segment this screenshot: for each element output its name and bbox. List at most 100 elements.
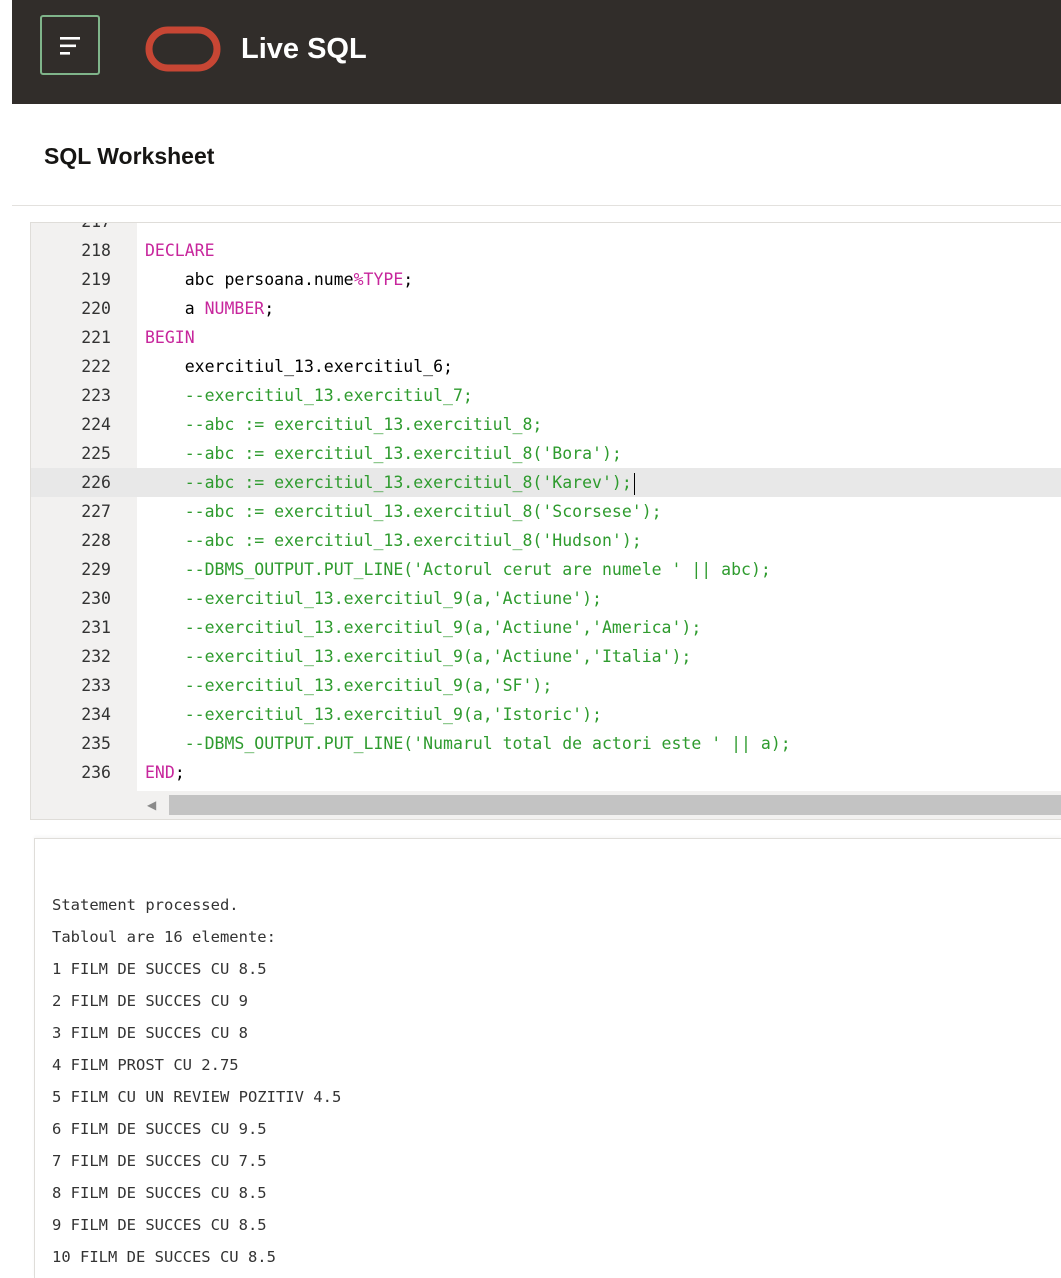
sql-code: ; — [403, 270, 414, 289]
scrollbar-thumb[interactable] — [169, 795, 1061, 815]
output-line: 10 FILM DE SUCCES CU 8.5 — [52, 1248, 276, 1266]
code-line[interactable]: 231 --exercitiul_13.exercitiul_9(a,'Acti… — [31, 613, 1061, 642]
output-panel: Statement processed. Tabloul are 16 eleme… — [34, 838, 1061, 1278]
code-line[interactable]: 234 --exercitiul_13.exercitiul_9(a,'Isto… — [31, 700, 1061, 729]
code-line[interactable]: 232 --exercitiul_13.exercitiul_9(a,'Acti… — [31, 642, 1061, 671]
output-line: 7 FILM DE SUCCES CU 7.5 — [52, 1152, 267, 1170]
line-number: 220 — [81, 299, 111, 318]
code-editor[interactable]: 217 218 DECLARE 219 abc persoana.nume%TYPE;… — [30, 222, 1061, 820]
line-number: 224 — [81, 415, 111, 434]
sql-keyword: END — [145, 763, 175, 782]
code-text: --exercitiul_13.exercitiul_9(a,'Actiune'… — [145, 613, 702, 642]
code-line[interactable]: 223 --exercitiul_13.exercitiul_7; — [31, 381, 1061, 410]
sql-comment: --abc := exercitiul_13.exercitiul_8('Kar… — [145, 473, 632, 492]
code-line[interactable]: 230 --exercitiul_13.exercitiul_9(a,'Acti… — [31, 584, 1061, 613]
sql-comment: --exercitiul_13.exercitiul_9(a,'Actiune'… — [145, 618, 702, 637]
page-title: SQL Worksheet — [44, 143, 215, 169]
sql-comment: --exercitiul_13.exercitiul_9(a,'Istoric'… — [145, 705, 602, 724]
code-line[interactable]: 235 --DBMS_OUTPUT.PUT_LINE('Numarul tota… — [31, 729, 1061, 758]
code-text: END; — [145, 758, 185, 787]
line-number: 217 — [31, 223, 111, 236]
output-line: 4 FILM PROST CU 2.75 — [52, 1056, 239, 1074]
line-number: 218 — [81, 241, 111, 260]
code-text: --exercitiul_13.exercitiul_9(a,'Actiune'… — [145, 584, 602, 613]
sql-comment: --exercitiul_13.exercitiul_9(a,'SF'); — [145, 676, 553, 695]
code-line[interactable]: 221 BEGIN — [31, 323, 1061, 352]
line-number: 230 — [81, 589, 111, 608]
code-line[interactable]: 226 --abc := exercitiul_13.exercitiul_8(… — [31, 468, 1061, 497]
code-text: --abc := exercitiul_13.exercitiul_8('Bor… — [145, 439, 622, 468]
output-line: 6 FILM DE SUCCES CU 9.5 — [52, 1120, 267, 1138]
code-text: --abc := exercitiul_13.exercitiul_8('Hud… — [145, 526, 642, 555]
code-line[interactable]: 218 DECLARE — [31, 236, 1061, 265]
code-text: --exercitiul_13.exercitiul_9(a,'SF'); — [145, 671, 553, 700]
line-number: 229 — [81, 560, 111, 579]
code-line[interactable]: 228 --abc := exercitiul_13.exercitiul_8(… — [31, 526, 1061, 555]
code-text: --DBMS_OUTPUT.PUT_LINE('Numarul total de… — [145, 729, 791, 758]
horizontal-scrollbar[interactable]: ◀ — [137, 791, 1061, 819]
code-text: abc persoana.nume%TYPE; — [145, 265, 414, 294]
code-line[interactable]: 236 END; — [31, 758, 1061, 787]
sql-keyword: BEGIN — [145, 328, 195, 347]
sql-code: ; — [264, 299, 275, 318]
sql-keyword: DECLARE — [145, 241, 215, 260]
sql-keyword: NUMBER — [204, 299, 265, 318]
hamburger-icon — [60, 37, 80, 55]
text-cursor — [633, 472, 635, 495]
code-text: --abc := exercitiul_13.exercitiul_8('Kar… — [145, 468, 635, 497]
line-number: 228 — [81, 531, 111, 550]
chevron-left-icon[interactable]: ◀ — [147, 798, 156, 812]
top-header: Live SQL — [12, 0, 1061, 104]
sql-comment: --abc := exercitiul_13.exercitiul_8('Sco… — [145, 502, 662, 521]
code-text: --abc := exercitiul_13.exercitiul_8; — [145, 410, 543, 439]
sql-code: abc persoana.nume — [145, 270, 354, 289]
sql-comment: --DBMS_OUTPUT.PUT_LINE('Actorul cerut ar… — [145, 560, 771, 579]
output-line: 9 FILM DE SUCCES CU 8.5 — [52, 1216, 267, 1234]
code-line[interactable]: 222 exercitiul_13.exercitiul_6; — [31, 352, 1061, 381]
code-line[interactable]: 227 --abc := exercitiul_13.exercitiul_8(… — [31, 497, 1061, 526]
line-number: 235 — [81, 734, 111, 753]
line-number: 225 — [81, 444, 111, 463]
sql-comment: --abc := exercitiul_13.exercitiul_8('Bor… — [145, 444, 622, 463]
code-text: --abc := exercitiul_13.exercitiul_8('Sco… — [145, 497, 662, 526]
sql-code: exercitiul_13.exercitiul_6; — [145, 357, 453, 376]
sql-comment: --exercitiul_13.exercitiul_9(a,'Actiune'… — [145, 647, 692, 666]
line-number: 227 — [81, 502, 111, 521]
code-line[interactable]: 225 --abc := exercitiul_13.exercitiul_8(… — [31, 439, 1061, 468]
code-text: exercitiul_13.exercitiul_6; — [145, 352, 453, 381]
line-number: 219 — [81, 270, 111, 289]
line-number: 221 — [81, 328, 111, 347]
code-text: a NUMBER; — [145, 294, 274, 323]
code-line[interactable]: 220 a NUMBER; — [31, 294, 1061, 323]
code-line[interactable]: 229 --DBMS_OUTPUT.PUT_LINE('Actorul ceru… — [31, 555, 1061, 584]
menu-button[interactable] — [40, 15, 100, 75]
divider — [12, 205, 1061, 206]
sql-code: a — [145, 299, 205, 318]
line-number: 226 — [81, 473, 111, 492]
code-text: BEGIN — [145, 323, 195, 352]
sql-comment: --exercitiul_13.exercitiul_9(a,'Actiune'… — [145, 589, 602, 608]
output-line: Tabloul are 16 elemente: — [52, 928, 276, 946]
sql-comment: --DBMS_OUTPUT.PUT_LINE('Numarul total de… — [145, 734, 791, 753]
output-line: Statement processed. — [52, 896, 239, 914]
line-number: 222 — [81, 357, 111, 376]
code-text: --exercitiul_13.exercitiul_9(a,'Istoric'… — [145, 700, 602, 729]
output-line: 1 FILM DE SUCCES CU 8.5 — [52, 960, 267, 978]
output-line: 2 FILM DE SUCCES CU 9 — [52, 992, 248, 1010]
line-number: 233 — [81, 676, 111, 695]
code-line[interactable]: 233 --exercitiul_13.exercitiul_9(a,'SF')… — [31, 671, 1061, 700]
output-line: 8 FILM DE SUCCES CU 8.5 — [52, 1184, 267, 1202]
oracle-logo — [145, 26, 221, 72]
line-number: 232 — [81, 647, 111, 666]
code-text: --exercitiul_13.exercitiul_7; — [145, 381, 473, 410]
line-number: 231 — [81, 618, 111, 637]
code-line[interactable]: 219 abc persoana.nume%TYPE; — [31, 265, 1061, 294]
output-line: 3 FILM DE SUCCES CU 8 — [52, 1024, 248, 1042]
code-text: --DBMS_OUTPUT.PUT_LINE('Actorul cerut ar… — [145, 555, 771, 584]
code-line[interactable]: 224 --abc := exercitiul_13.exercitiul_8; — [31, 410, 1061, 439]
code-text: DECLARE — [145, 236, 215, 265]
code-line[interactable]: 217 — [31, 223, 1061, 236]
line-number: 236 — [81, 763, 111, 782]
app-title: Live SQL — [241, 33, 367, 65]
code-text: --exercitiul_13.exercitiul_9(a,'Actiune'… — [145, 642, 692, 671]
